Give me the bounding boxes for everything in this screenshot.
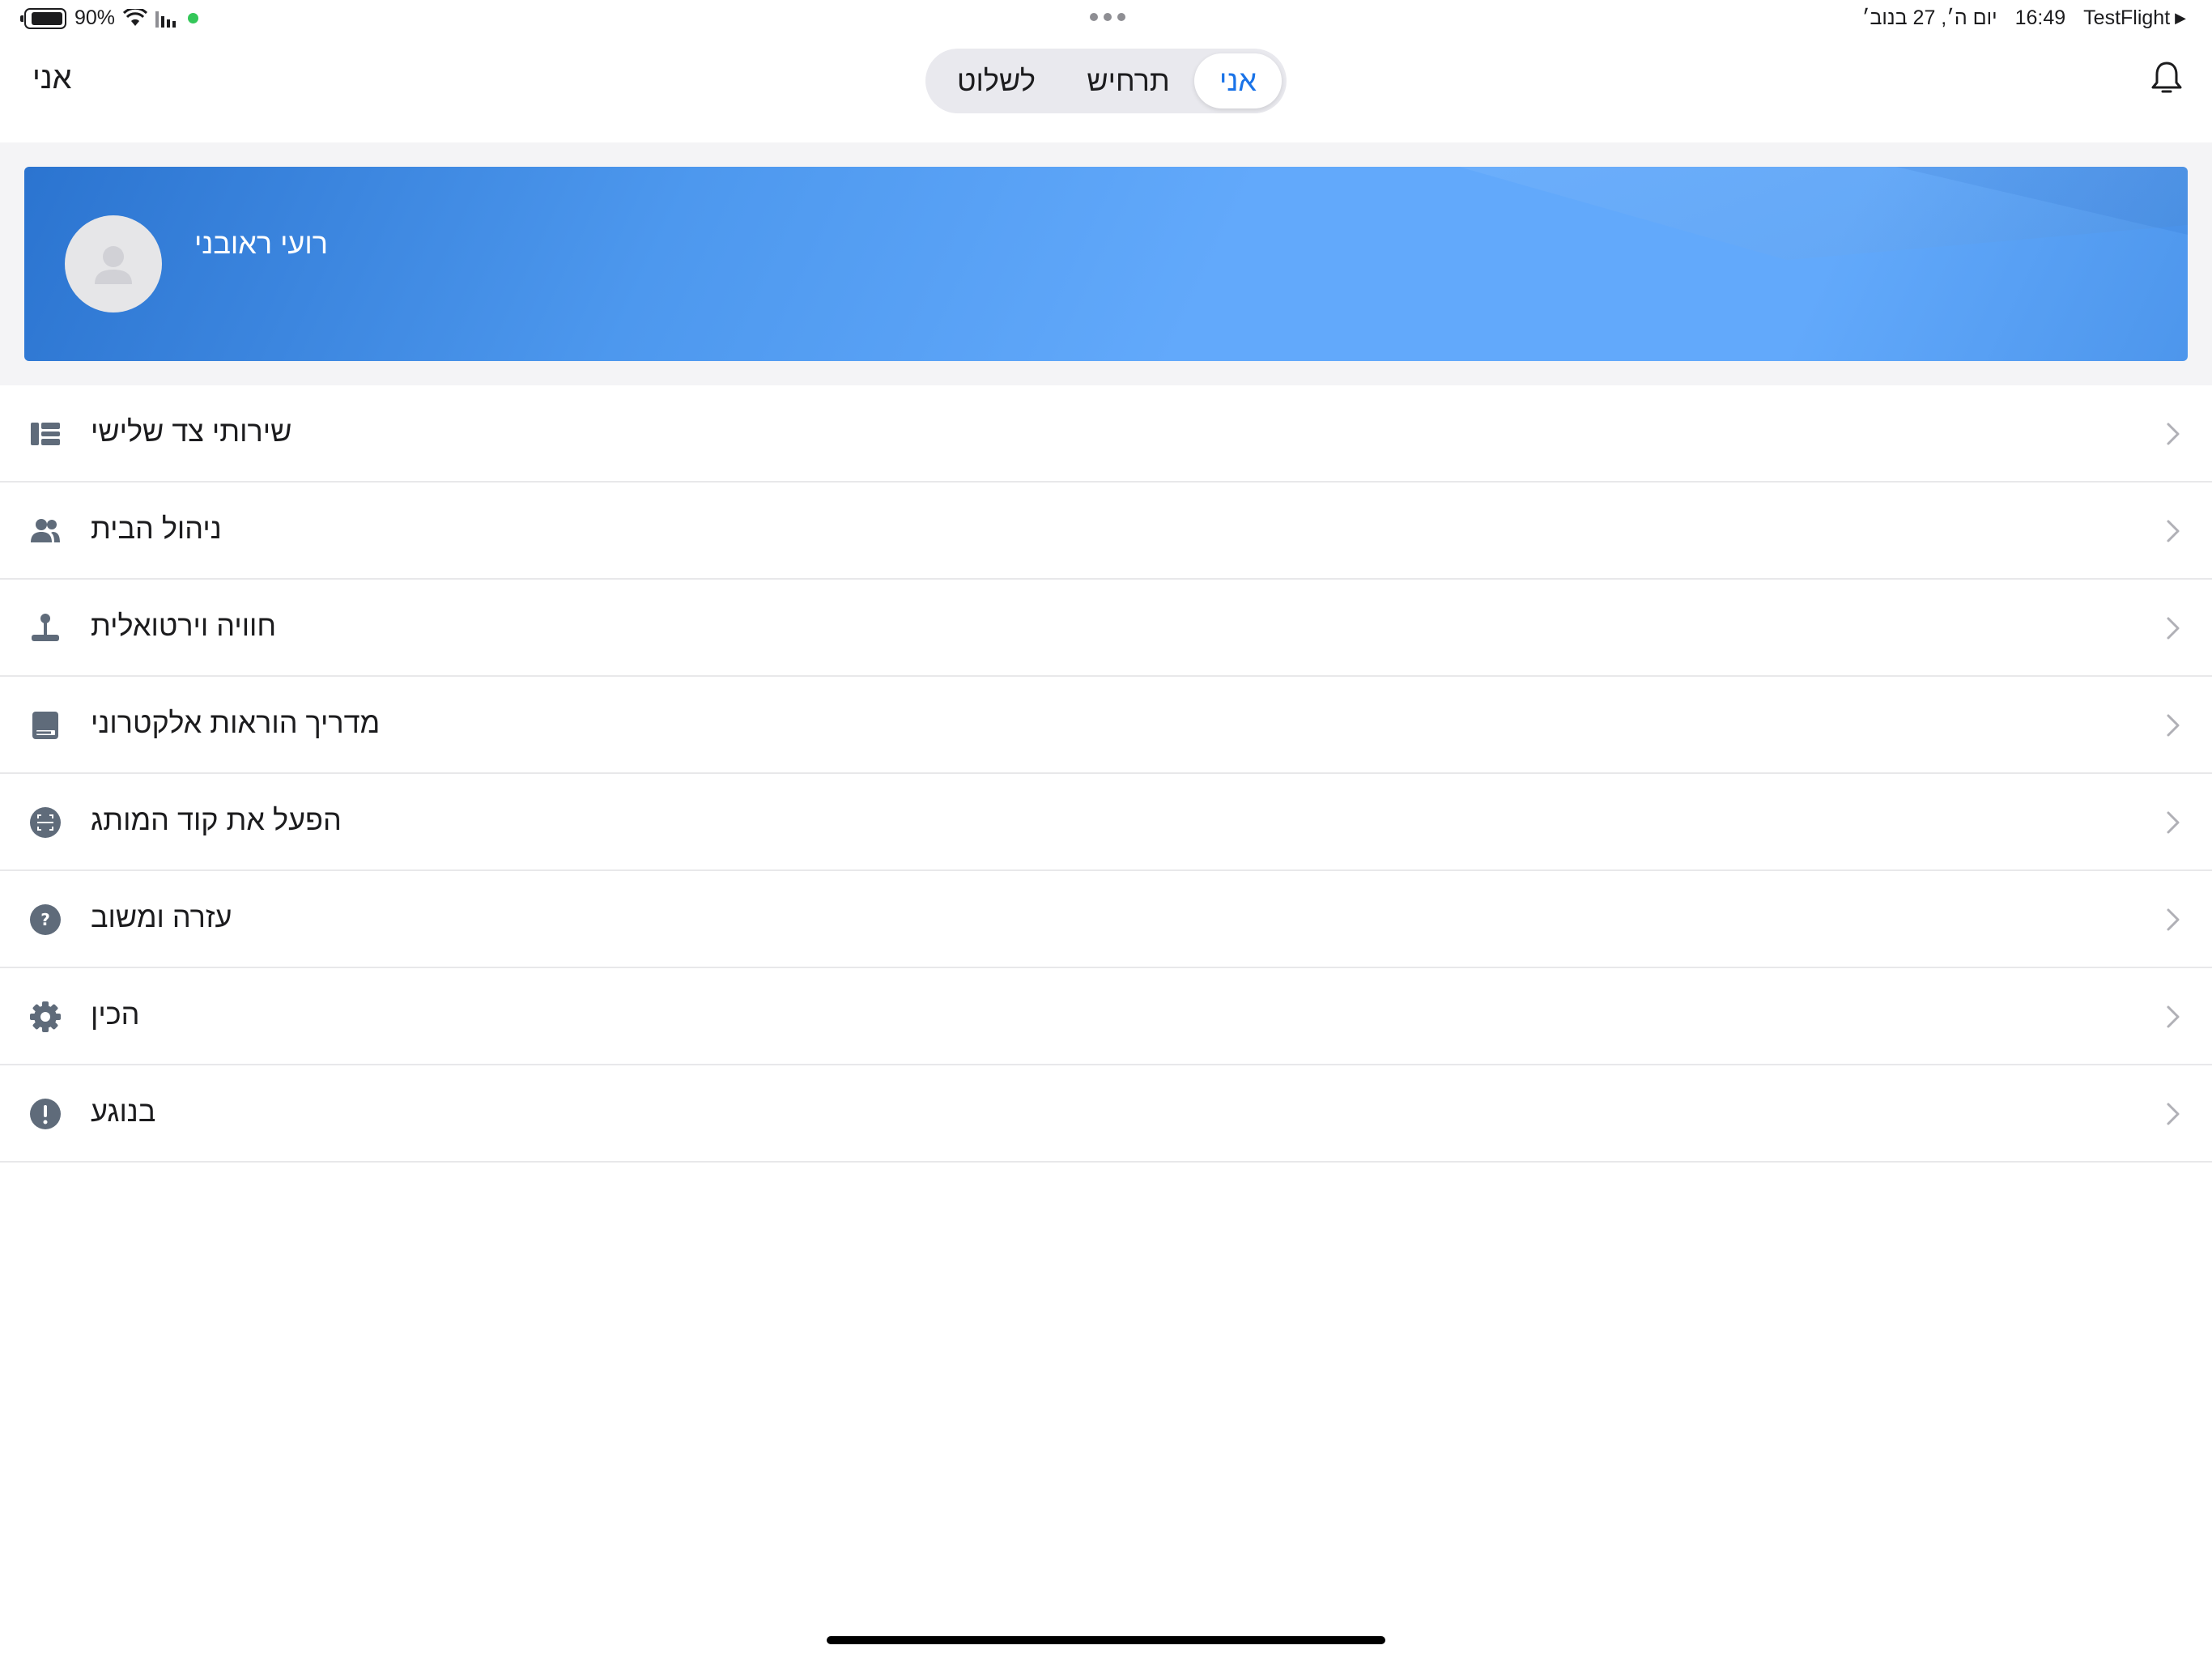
camera-indicator-dot [188,13,199,23]
status-left: 90% [20,6,199,30]
profile-card[interactable]: רועי ראובני [24,167,2188,361]
menu-item-manual[interactable]: מדריך הוראות אלקטרוני [0,677,2212,774]
chevron-right-icon [2163,518,2183,544]
tab-control[interactable]: לשלוט [930,53,1062,108]
back-app-label: TestFlight [2083,6,2171,29]
navigation-bar: אני אני תרחיש לשלוט [0,39,2212,142]
status-bar: 90% יום ה׳, 27 בנוב׳ 16:49 TestFlight ▶ [0,0,2212,39]
wifi-icon [123,8,148,28]
status-right: יום ה׳, 27 בנוב׳ 16:49 TestFlight ▶ [1862,6,2186,30]
svg-text:?: ? [40,910,50,929]
menu-item-home-management[interactable]: ניהול הבית [0,483,2212,580]
scan-code-icon [29,806,62,839]
nav-title: אני [32,62,72,96]
joystick-icon [29,612,62,644]
book-icon [29,709,62,742]
menu-item-label: מדריך הוראות אלקטרוני [91,706,381,739]
people-icon [29,515,62,547]
multitasking-dots-icon[interactable] [1090,13,1125,21]
menu-item-label: חוויה וירטואלית [91,609,277,642]
list-icon [29,418,62,450]
bell-icon[interactable] [2147,58,2186,97]
chevron-right-icon [2163,810,2183,835]
user-silhouette-icon [95,246,132,284]
menu-item-label: שירותי צד שלישי [91,414,292,448]
avatar[interactable] [65,215,162,312]
cellular-signal-icon [155,10,180,28]
menu-item-label: בנוגע [91,1095,156,1128]
chevron-right-icon [2163,1004,2183,1030]
tab-segmented-control: אני תרחיש לשלוט [925,49,1287,113]
tab-scenario[interactable]: תרחיש [1062,53,1194,108]
info-icon [29,1098,62,1130]
menu-item-label: הפעל את קוד המותג [91,803,342,836]
play-icon: ▶ [2175,10,2186,26]
chevron-right-icon [2163,907,2183,933]
chevron-right-icon [2163,1101,2183,1127]
back-to-app-link[interactable]: TestFlight ▶ [2083,6,2186,30]
status-date: יום ה׳, 27 בנוב׳ [1861,6,1997,29]
gear-icon [29,1001,62,1033]
menu-item-third-party[interactable]: שירותי צד שלישי [0,385,2212,483]
menu-item-help-feedback[interactable]: ? עזרה ומשוב [0,871,2212,968]
profile-section: רועי ראובני [0,142,2212,385]
home-indicator[interactable] [827,1636,1385,1644]
menu-item-label: הכין [91,997,140,1031]
status-time: 16:49 [2014,6,2066,29]
menu-item-brand-code[interactable]: הפעל את קוד המותג [0,774,2212,871]
chevron-right-icon [2163,421,2183,447]
tab-me[interactable]: אני [1194,53,1282,108]
settings-menu: שירותי צד שלישי ניהול הבית חוויה וירטואל… [0,385,2212,1163]
page: 90% יום ה׳, 27 בנוב׳ 16:49 TestFlight ▶ … [0,0,2212,1658]
help-icon: ? [29,903,62,936]
battery-icon [20,7,66,29]
chevron-right-icon [2163,712,2183,738]
user-name: רועי ראובני [194,227,328,260]
menu-item-settings[interactable]: הכין [0,968,2212,1065]
battery-percent: 90% [74,6,116,29]
menu-item-label: ניהול הבית [91,512,222,545]
menu-item-virtual-experience[interactable]: חוויה וירטואלית [0,580,2212,677]
menu-item-about[interactable]: בנוגע [0,1065,2212,1163]
menu-item-label: עזרה ומשוב [91,900,232,933]
chevron-right-icon [2163,615,2183,641]
